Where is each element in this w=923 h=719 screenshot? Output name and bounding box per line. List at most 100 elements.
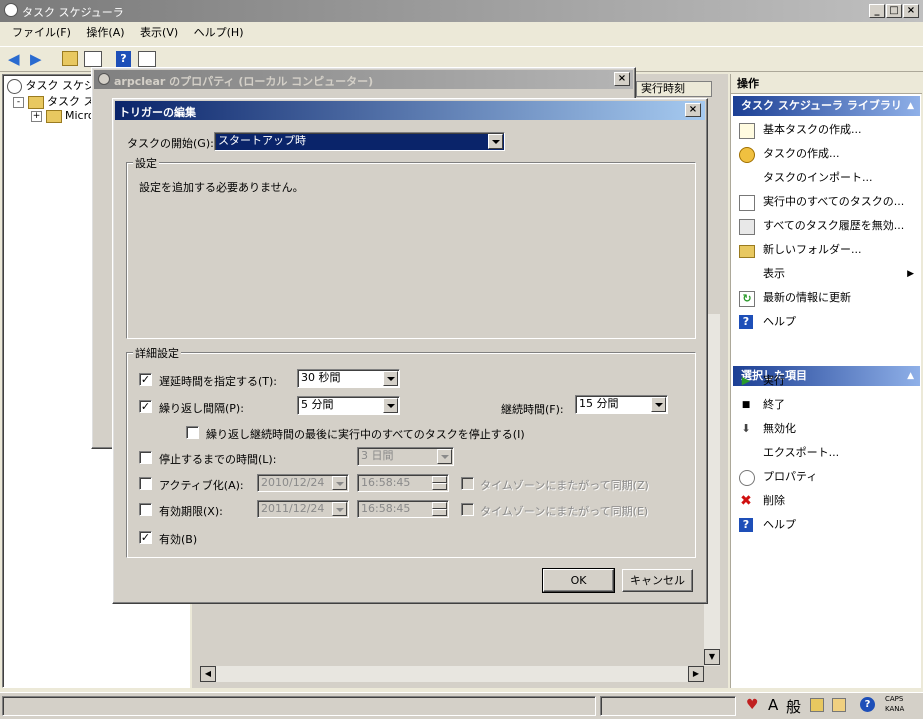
- action-import-task[interactable]: タスクのインポート...: [731, 166, 922, 190]
- help-toolbar-icon[interactable]: ?: [116, 51, 131, 67]
- stop-after-select[interactable]: 3 日間: [357, 447, 454, 466]
- begin-task-select[interactable]: スタートアップ時: [214, 132, 505, 151]
- chevron-down-icon[interactable]: [437, 449, 452, 464]
- menu-file[interactable]: ファイル(F): [6, 24, 77, 42]
- refresh-icon: ↻: [739, 291, 755, 307]
- cancel-button[interactable]: キャンセル: [622, 569, 693, 592]
- chevron-down-icon[interactable]: [383, 371, 398, 386]
- advanced-group-label: 詳細設定: [133, 345, 181, 361]
- status-bar: ♥ A 般 ? CAPS KANA: [0, 692, 923, 719]
- collapse-up-icon[interactable]: ▲: [907, 96, 914, 116]
- minimize-button[interactable]: _: [869, 4, 885, 18]
- activate-time-spinner[interactable]: 16:58:45: [357, 474, 449, 492]
- delay-checkbox[interactable]: ✓: [139, 373, 152, 386]
- trigger-dialog[interactable]: トリガーの編集 × タスクの開始(G): スタートアップ時 設定 設定を追加する…: [112, 98, 708, 604]
- action-create-basic-task[interactable]: 基本タスクの作成...: [731, 118, 922, 142]
- create-task-icon: [739, 147, 755, 163]
- action-disable-history[interactable]: すべてのタスク履歴を無効...: [731, 214, 922, 238]
- activate-sync-label: タイムゾーンにまたがって同期(Z): [480, 479, 649, 492]
- activate-checkbox[interactable]: [139, 477, 152, 490]
- center-scroll-right[interactable]: ▶: [688, 666, 704, 682]
- ime-dictionary-icon[interactable]: [810, 698, 824, 712]
- properties-close-button[interactable]: ×: [614, 72, 630, 86]
- expire-checkbox[interactable]: [139, 503, 152, 516]
- help-icon: ?: [739, 315, 753, 329]
- spinner-icon[interactable]: [432, 476, 447, 490]
- stop-all-checkbox[interactable]: [186, 426, 199, 439]
- repeat-select[interactable]: 5 分間: [297, 396, 400, 415]
- up-folder-icon[interactable]: [62, 51, 78, 66]
- center-scroll-down[interactable]: ▼: [704, 649, 720, 665]
- center-horizontal-scrollbar[interactable]: [200, 666, 704, 682]
- menu-action[interactable]: 操作(A): [80, 24, 130, 42]
- menu-view[interactable]: 表示(V): [134, 24, 184, 42]
- activate-sync-checkbox[interactable]: [461, 477, 474, 490]
- calendar-dropdown-icon[interactable]: [332, 476, 347, 490]
- show-hide-tree-icon[interactable]: [84, 51, 102, 67]
- expire-date-picker[interactable]: 2011/12/24: [257, 500, 349, 518]
- forward-icon[interactable]: ▶: [30, 52, 42, 67]
- clock-icon: [7, 78, 22, 94]
- main-title-bar[interactable]: タスク スケジューラ _ □ ×: [0, 0, 923, 22]
- expand-icon[interactable]: +: [31, 110, 42, 122]
- chevron-down-icon[interactable]: [488, 134, 503, 149]
- action-run[interactable]: ▶ 実行: [731, 369, 922, 393]
- action-export[interactable]: エクスポート...: [731, 441, 922, 465]
- chevron-down-icon[interactable]: [651, 397, 666, 412]
- enabled-checkbox[interactable]: ✓: [139, 531, 152, 544]
- tree-microsoft[interactable]: + Micro: [31, 109, 95, 125]
- properties-title-bar[interactable]: arpclear のプロパティ (ローカル コンピューター) ×: [94, 70, 633, 89]
- action-create-task[interactable]: タスクの作成...: [731, 142, 922, 166]
- trigger-close-button[interactable]: ×: [685, 103, 701, 117]
- status-panel-main: [2, 696, 596, 716]
- status-panel-secondary: [600, 696, 736, 716]
- trigger-title: トリガーの編集: [119, 106, 196, 119]
- running-tasks-icon: [739, 195, 755, 211]
- action-running-tasks[interactable]: 実行中のすべてのタスクの...: [731, 190, 922, 214]
- action-end[interactable]: ■ 終了: [731, 393, 922, 417]
- column-header[interactable]: 実行時刻: [636, 81, 712, 97]
- stop-after-label: 停止するまでの時間(L):: [159, 453, 277, 466]
- stop-icon: ■: [741, 400, 751, 410]
- enabled-label: 有効(B): [159, 533, 198, 546]
- ime-kana[interactable]: 般: [786, 696, 801, 717]
- menu-help[interactable]: ヘルプ(H): [188, 24, 250, 42]
- spinner-icon[interactable]: [432, 502, 447, 516]
- expire-time-spinner[interactable]: 16:58:45: [357, 500, 449, 518]
- action-view[interactable]: 表示 ▶: [731, 262, 922, 286]
- library-section-header[interactable]: タスク スケジューラ ライブラリ ▲: [733, 96, 920, 116]
- trigger-title-bar[interactable]: トリガーの編集 ×: [115, 101, 705, 120]
- kana-indicator: KANA: [885, 705, 905, 713]
- calendar-dropdown-icon[interactable]: [332, 502, 347, 516]
- close-button[interactable]: ×: [903, 4, 919, 18]
- back-icon[interactable]: ◀: [8, 52, 20, 67]
- actions-pane: 操作 タスク スケジューラ ライブラリ ▲ 基本タスクの作成... タスクの作成…: [730, 74, 922, 688]
- ime-help-icon[interactable]: ?: [860, 697, 875, 712]
- action-disable[interactable]: ⬇ 無効化: [731, 417, 922, 441]
- maximize-button[interactable]: □: [886, 4, 902, 18]
- action-refresh[interactable]: ↻ 最新の情報に更新: [731, 286, 922, 310]
- repeat-checkbox[interactable]: ✓: [139, 400, 152, 413]
- action-help-library[interactable]: ? ヘルプ: [731, 310, 922, 334]
- action-properties[interactable]: プロパティ: [731, 465, 922, 489]
- collapse-icon[interactable]: -: [13, 96, 24, 108]
- disable-icon: ⬇: [741, 422, 751, 435]
- ok-button[interactable]: OK: [542, 568, 615, 593]
- ime-bar-icon[interactable]: ♥: [746, 697, 759, 713]
- center-scroll-left[interactable]: ◀: [200, 666, 216, 682]
- ime-mode[interactable]: A: [768, 696, 778, 714]
- activate-date-picker[interactable]: 2010/12/24: [257, 474, 349, 492]
- action-new-folder[interactable]: 新しいフォルダー...: [731, 238, 922, 262]
- menu-bar: ファイル(F) 操作(A) 表示(V) ヘルプ(H): [0, 24, 923, 44]
- stop-after-checkbox[interactable]: [139, 451, 152, 464]
- action-delete[interactable]: ✖ 削除: [731, 489, 922, 513]
- ime-tool-icon[interactable]: [832, 698, 846, 712]
- expire-sync-checkbox[interactable]: [461, 503, 474, 516]
- action-help-selected[interactable]: ? ヘルプ: [731, 513, 922, 537]
- folder-icon: [739, 245, 755, 258]
- duration-select[interactable]: 15 分間: [575, 395, 668, 414]
- settings-group-label: 設定: [133, 155, 159, 171]
- delay-select[interactable]: 30 秒間: [297, 369, 400, 388]
- action-pane-icon[interactable]: [138, 51, 156, 67]
- chevron-down-icon[interactable]: [383, 398, 398, 413]
